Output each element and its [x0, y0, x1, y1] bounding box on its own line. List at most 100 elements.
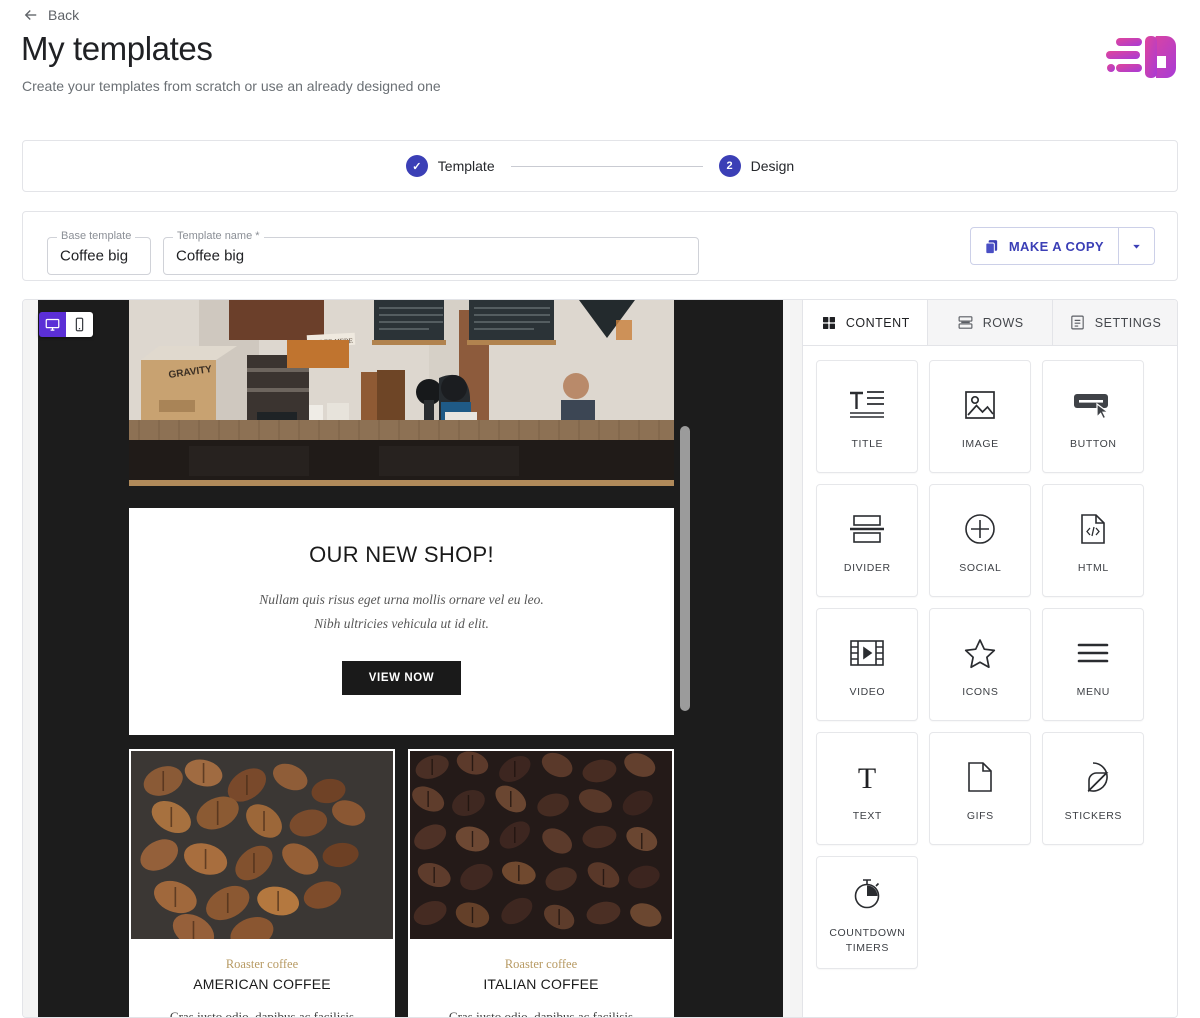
make-a-copy-dropdown[interactable] [1118, 228, 1154, 264]
step-design[interactable]: 2 Design [718, 155, 795, 177]
tool-tile-menu[interactable]: MENU [1042, 608, 1145, 721]
gifs-page-icon [966, 753, 994, 801]
tool-tile-divider-label: DIVIDER [843, 562, 891, 575]
tool-tile-gifs[interactable]: GIFS [929, 732, 1032, 845]
base-template-value: Coffee big [60, 247, 129, 265]
mobile-icon [75, 317, 84, 332]
editor-card: ORDER HERE GRAVITY [22, 299, 1178, 1018]
settings-panel-icon [1071, 315, 1084, 330]
product-cards-row: Roaster coffee AMERICAN COFFEE Cras just… [129, 749, 674, 1017]
tool-tile-button-label: BUTTON [1070, 438, 1117, 451]
tab-content-label: CONTENT [845, 315, 910, 330]
step-design-label: Design [750, 158, 795, 174]
hero-gap [129, 486, 674, 508]
shop-title: OUR NEW SHOP! [309, 542, 494, 567]
tool-tile-stickers[interactable]: STICKERS [1042, 732, 1145, 845]
step-design-marker: 2 [718, 155, 741, 177]
product-card-american[interactable]: Roaster coffee AMERICAN COFFEE Cras just… [129, 749, 395, 1017]
text-icon: T [850, 753, 884, 801]
tool-tile-button[interactable]: BUTTON [1042, 360, 1145, 473]
tool-tile-stickers-label: STICKERS [1064, 810, 1122, 823]
tab-rows[interactable]: ROWS [928, 300, 1054, 345]
desktop-icon [45, 318, 60, 331]
tool-tile-social-label: SOCIAL [959, 562, 1002, 575]
tool-tile-text-label: TEXT [852, 810, 882, 823]
tool-tile-title-label: TITLE [851, 438, 884, 451]
tool-tile-title[interactable]: TITLE [816, 360, 919, 473]
email-preview-body: ORDER HERE GRAVITY [129, 300, 690, 1017]
product-desc-italian: Cras justo odio, dapibus ac facilisis [448, 1009, 634, 1017]
button-icon [1072, 381, 1114, 429]
step-template-marker: ✓ [405, 155, 428, 177]
image-icon [963, 381, 997, 429]
step-template[interactable]: ✓ Template [405, 155, 495, 177]
tool-tile-social[interactable]: SOCIAL [929, 484, 1032, 597]
tool-tile-text[interactable]: T TEXT [816, 732, 919, 845]
rows-icon [958, 316, 973, 329]
tab-rows-label: ROWS [982, 315, 1024, 330]
make-a-copy-button[interactable]: MAKE A COPY [971, 228, 1118, 264]
tool-tabs: CONTENT ROWS SETTINGS [803, 300, 1177, 346]
tool-tile-html[interactable]: HTML [1042, 484, 1145, 597]
device-toggle-desktop[interactable] [39, 312, 66, 337]
tools-panel: CONTENT ROWS SETTINGS TITLE IMAGE BUTTON… [803, 300, 1177, 1017]
svg-text:T: T [858, 762, 876, 794]
copy-icon [985, 239, 997, 254]
title-icon [847, 381, 887, 429]
email-canvas[interactable]: ORDER HERE GRAVITY [23, 300, 804, 1017]
html-code-icon [1078, 505, 1108, 553]
canvas-scrollbar[interactable] [680, 426, 690, 711]
make-a-copy-label: MAKE A COPY [1008, 238, 1104, 254]
arrow-left-icon [24, 10, 37, 20]
product-desc-american: Cras justo odio, dapibus ac facilisis [169, 1009, 355, 1017]
tab-settings[interactable]: SETTINGS [1053, 300, 1177, 345]
tab-settings-label: SETTINGS [1094, 315, 1162, 330]
menu-icon [1076, 629, 1110, 677]
hero-image[interactable]: ORDER HERE GRAVITY [129, 300, 674, 480]
base-template-label: Base template [57, 230, 136, 242]
product-image-american[interactable] [131, 751, 393, 940]
star-icon [963, 629, 997, 677]
tool-tile-icons-label: ICONS [962, 686, 999, 699]
product-kicker-italian: Roaster coffee [504, 957, 578, 972]
template-name-field[interactable]: Template name * Coffee big [163, 230, 699, 275]
shop-announcement-block[interactable]: OUR NEW SHOP! Nullam quis risus eget urn… [129, 508, 674, 736]
back-label: Back [48, 7, 80, 23]
stepper: ✓ Template 2 Design [23, 141, 1177, 191]
tool-tile-countdown-timers-label: COUNTDOWN TIMERS [829, 927, 906, 954]
make-a-copy-group: MAKE A COPY [969, 227, 1155, 265]
sticker-icon [1077, 753, 1109, 801]
template-name-label: Template name * [173, 230, 264, 242]
product-card-italian[interactable]: Roaster coffee ITALIAN COFFEE Cras justo… [408, 749, 674, 1017]
tab-content[interactable]: CONTENT [803, 300, 929, 345]
stopwatch-icon [850, 870, 884, 918]
tool-tile-image[interactable]: IMAGE [929, 360, 1032, 473]
template-form-card: Base template Coffee big Template name *… [22, 211, 1178, 281]
tool-tile-icons[interactable]: ICONS [929, 608, 1032, 721]
tool-tile-divider[interactable]: DIVIDER [816, 484, 919, 597]
divider-icon [848, 505, 886, 553]
tool-tile-image-label: IMAGE [961, 438, 999, 451]
tool-tile-countdown-timers[interactable]: COUNTDOWN TIMERS [816, 856, 919, 969]
base-template-field[interactable]: Base template Coffee big [47, 230, 151, 275]
social-plus-icon [963, 505, 997, 553]
device-toggle-mobile[interactable] [66, 312, 93, 337]
view-now-button[interactable]: VIEW NOW [341, 661, 462, 696]
tool-tile-video[interactable]: VIDEO [816, 608, 919, 721]
brand-logo-icon [1106, 36, 1176, 78]
tool-tile-gifs-label: GIFS [966, 810, 994, 823]
page-title: My templates [21, 30, 213, 67]
product-kicker-american: Roaster coffee [225, 957, 299, 972]
back-button[interactable]: Back [22, 6, 79, 24]
page-header: Back My templates Create your templates … [0, 0, 1200, 130]
template-name-value: Coffee big [176, 247, 245, 265]
page-subtitle: Create your templates from scratch or us… [22, 78, 441, 94]
step-template-label: Template [437, 158, 495, 174]
chevron-down-icon [1133, 244, 1140, 249]
video-icon [848, 629, 886, 677]
tool-tile-menu-label: MENU [1076, 686, 1110, 699]
product-image-italian[interactable] [410, 751, 672, 940]
stepper-card: ✓ Template 2 Design [22, 140, 1178, 192]
tool-tile-video-label: VIDEO [849, 686, 886, 699]
cards-gap [129, 735, 674, 750]
